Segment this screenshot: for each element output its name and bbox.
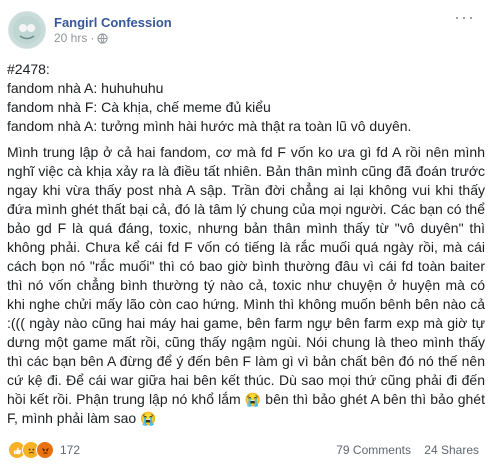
post-footer: 172 79 Comments 24 Shares <box>8 440 479 460</box>
angry-icon <box>36 441 54 459</box>
post-paragraph: Mình trung lập ở cả hai fandom, cơ mà fd… <box>7 143 485 428</box>
comments-link[interactable]: 79 Comments <box>336 443 411 457</box>
reactions-summary[interactable]: 172 <box>8 441 80 459</box>
avatar-graphic-icon <box>13 16 41 44</box>
post-meta: Fangirl Confession 20 hrs · <box>54 14 172 46</box>
post-body: #2478: fandom nhà A: huhuhuhu fandom nhà… <box>7 60 485 428</box>
more-options-button[interactable]: ··· <box>454 8 475 26</box>
post-time[interactable]: 20 hrs <box>54 31 87 46</box>
post-line: #2478: <box>7 61 50 77</box>
reaction-count[interactable]: 172 <box>60 443 80 457</box>
crying-emoji-icon: 😭 <box>140 411 157 426</box>
post-header: Fangirl Confession 20 hrs · <box>8 8 172 52</box>
post-line: fandom nhà A: huhuhuhu <box>7 80 164 96</box>
post-stats: 79 Comments 24 Shares <box>326 443 479 457</box>
shares-link[interactable]: 24 Shares <box>424 443 479 457</box>
separator-dot: · <box>90 31 95 45</box>
globe-icon <box>97 33 108 44</box>
post-line: fandom nhà F: Cà khịa, chế meme đủ kiểu <box>7 99 271 115</box>
page-avatar[interactable] <box>8 11 46 49</box>
post-line: fandom nhà A: tưởng mình hài hước mà thậ… <box>7 118 412 134</box>
post-subline: 20 hrs · <box>54 31 172 46</box>
post-card: Fangirl Confession 20 hrs · ··· #2478: f… <box>0 0 489 466</box>
paragraph-text: Mình trung lập ở cả hai fandom, cơ mà fd… <box>7 144 485 407</box>
crying-emoji-icon: 😭 <box>244 392 262 407</box>
page-name-link[interactable]: Fangirl Confession <box>54 14 172 31</box>
